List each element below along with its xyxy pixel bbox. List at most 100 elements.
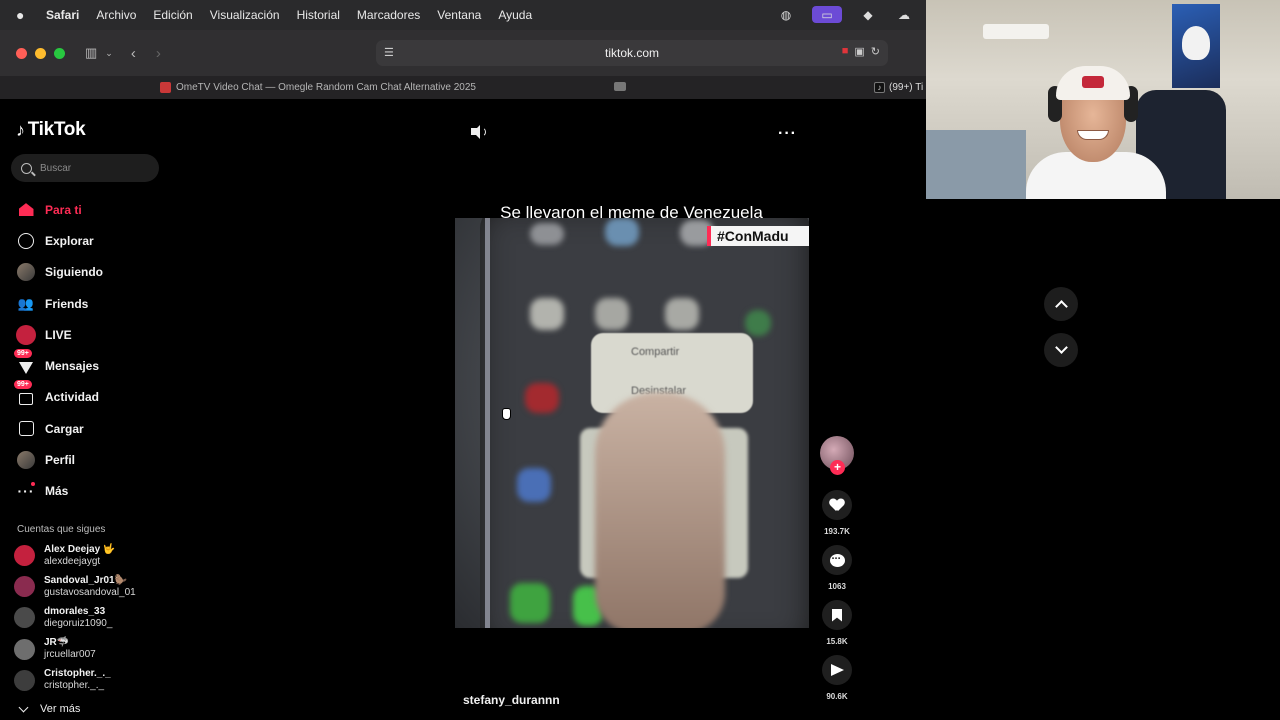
menu-app-name[interactable]: Safari [46, 8, 79, 22]
tab-tiktok[interactable]: ♪ (99+) Ti [874, 76, 923, 99]
following-account[interactable]: Cristopher._._ cristopher._._ [14, 665, 172, 696]
menu-edicion[interactable]: Edición [153, 8, 192, 22]
save-action[interactable]: 15.8K [821, 600, 853, 646]
menu-historial[interactable]: Historial [297, 8, 340, 22]
video-author-username[interactable]: stefany_durannn [463, 693, 560, 707]
tab-ometv[interactable]: OmeTV Video Chat — Omegle Random Cam Cha… [0, 76, 636, 99]
messages-badge: 99+ [14, 349, 32, 359]
sidebar-item-actividad[interactable]: 99+ Actividad [14, 380, 166, 413]
forward-button[interactable]: › [156, 45, 161, 62]
sidebar-toggle-icon[interactable]: ▥ [85, 45, 97, 61]
sidebar-item-label: Para ti [45, 202, 82, 217]
menu-ventana[interactable]: Ventana [437, 8, 481, 22]
mac-menubar: ● Safari Archivo Edición Visualización H… [0, 0, 926, 30]
tab-title: (99+) Ti [889, 82, 924, 93]
share-action[interactable]: 90.6K [821, 655, 853, 701]
app-icon-blur [510, 583, 550, 623]
account-handle: alexdeejaygt [44, 555, 101, 567]
ometv-favicon-icon [160, 82, 172, 93]
chevron-up-icon [1054, 300, 1068, 313]
avatar [14, 607, 35, 629]
sidebar-item-cargar[interactable]: Cargar [16, 413, 166, 444]
page-menu-icon[interactable]: ☰ [384, 46, 394, 59]
sidebar-item-explorar[interactable]: Explorar [16, 225, 166, 256]
home-icon [16, 200, 36, 220]
sidebar-item-perfil[interactable]: Perfil [16, 444, 166, 475]
creator-avatar[interactable]: + [820, 436, 854, 475]
account-name: Sandoval_Jr01🦫 [44, 574, 128, 586]
screen-recording-icon[interactable]: ▭ [812, 6, 842, 23]
video-player[interactable]: Compartir Desinstalar #ConMadu [455, 218, 809, 628]
cloud-icon[interactable]: ☁ [894, 6, 914, 23]
following-account[interactable]: Sandoval_Jr01🦫 gustavosandoval_01 [14, 571, 172, 602]
reload-icon[interactable]: ↻ [871, 45, 880, 58]
sidebar-nav: Para ti Explorar Siguiendo 👥 Friends LIV… [14, 194, 166, 507]
close-window-button[interactable] [16, 47, 27, 59]
apple-menu-icon[interactable]: ● [16, 7, 32, 23]
camera-in-use-icon[interactable]: ■ [842, 45, 849, 58]
search-box[interactable] [11, 154, 159, 182]
save-count: 15.8K [826, 637, 848, 646]
mouse-cursor-icon [502, 408, 511, 420]
comment-action[interactable]: 1063 [821, 545, 853, 591]
sidebar-item-label: Siguiendo [45, 265, 103, 280]
sidebar-item-para-ti[interactable]: Para ti [16, 194, 166, 225]
sidebar-item-mensajes[interactable]: 99+ Mensajes [14, 349, 166, 381]
game-controller-icon[interactable]: ◆ [858, 6, 878, 23]
url-text: tiktok.com [604, 46, 659, 60]
picture-in-picture-icon[interactable]: ▣ [854, 45, 864, 58]
live-icon [16, 324, 36, 345]
volume-icon[interactable] [469, 124, 489, 141]
chevron-down-icon[interactable]: ⌄ [105, 48, 113, 59]
zoom-window-button[interactable] [54, 47, 65, 59]
profile-avatar-icon [16, 450, 36, 470]
finger [595, 393, 725, 628]
sidebar-item-label: Mensajes [45, 359, 100, 374]
next-video-button[interactable] [1044, 333, 1078, 367]
like-count: 193.7K [824, 527, 850, 536]
sidebar-item-friends[interactable]: 👥 Friends [16, 288, 166, 319]
search-input[interactable] [40, 162, 150, 174]
like-action[interactable]: 193.7K [821, 490, 853, 536]
account-name: dmorales_33 [44, 605, 106, 617]
hashtag-overlay: #ConMadu [707, 226, 809, 246]
following-account[interactable]: JR🦈 jrcuellar007 [14, 634, 172, 665]
menu-ayuda[interactable]: Ayuda [498, 8, 532, 22]
back-button[interactable]: ‹ [131, 45, 136, 62]
chevron-down-icon [1054, 341, 1068, 354]
sidebar-item-live[interactable]: LIVE [16, 319, 166, 350]
share-count: 90.6K [826, 692, 848, 701]
more-options-icon[interactable]: ··· [778, 125, 797, 143]
window-controls [16, 47, 65, 59]
avatar [14, 576, 35, 598]
search-icon [21, 162, 32, 174]
video-feed: ··· Compartir Desinstalar #ConMadu Se ll… [175, 99, 926, 720]
streamer [1026, 50, 1166, 199]
follow-plus-icon[interactable]: + [830, 460, 845, 475]
tiktok-logo[interactable]: ♪ TikTok [16, 119, 86, 141]
compass-icon [16, 231, 36, 251]
following-account[interactable]: Alex Deejay 🤟 alexdeejaygt [14, 540, 172, 571]
bed [926, 130, 1026, 199]
sidebar-item-mas[interactable]: ··· Más [16, 476, 166, 507]
following-account[interactable]: dmorales_33 diegoruiz1090_ [14, 602, 172, 633]
minimize-window-button[interactable] [35, 47, 46, 59]
camera-icon[interactable] [614, 82, 626, 91]
friends-icon: 👥 [17, 295, 35, 311]
share-icon [830, 664, 844, 676]
menu-visualizacion[interactable]: Visualización [210, 8, 280, 22]
screen: ● Safari Archivo Edición Visualización H… [0, 0, 1280, 720]
sidebar-item-siguiendo[interactable]: Siguiendo [16, 257, 166, 288]
more-icon: ··· [17, 482, 35, 500]
menu-marcadores[interactable]: Marcadores [357, 8, 420, 22]
heart-icon [830, 499, 844, 512]
safari-toolbar: ▥ ⌄ ‹ › ☰ tiktok.com ■ ▣ ↻ [0, 30, 926, 76]
menu-archivo[interactable]: Archivo [96, 8, 136, 22]
address-bar[interactable]: ☰ tiktok.com ■ ▣ ↻ [376, 40, 888, 66]
status-app-icon[interactable]: ◍ [776, 6, 796, 23]
previous-video-button[interactable] [1044, 287, 1078, 321]
video-caption-title: Se llevaron el meme de Venezuela [500, 203, 763, 222]
see-more-button[interactable]: Ver más [18, 702, 80, 715]
app-icon-blur [595, 298, 629, 330]
activity-icon: 99+ [14, 380, 36, 407]
